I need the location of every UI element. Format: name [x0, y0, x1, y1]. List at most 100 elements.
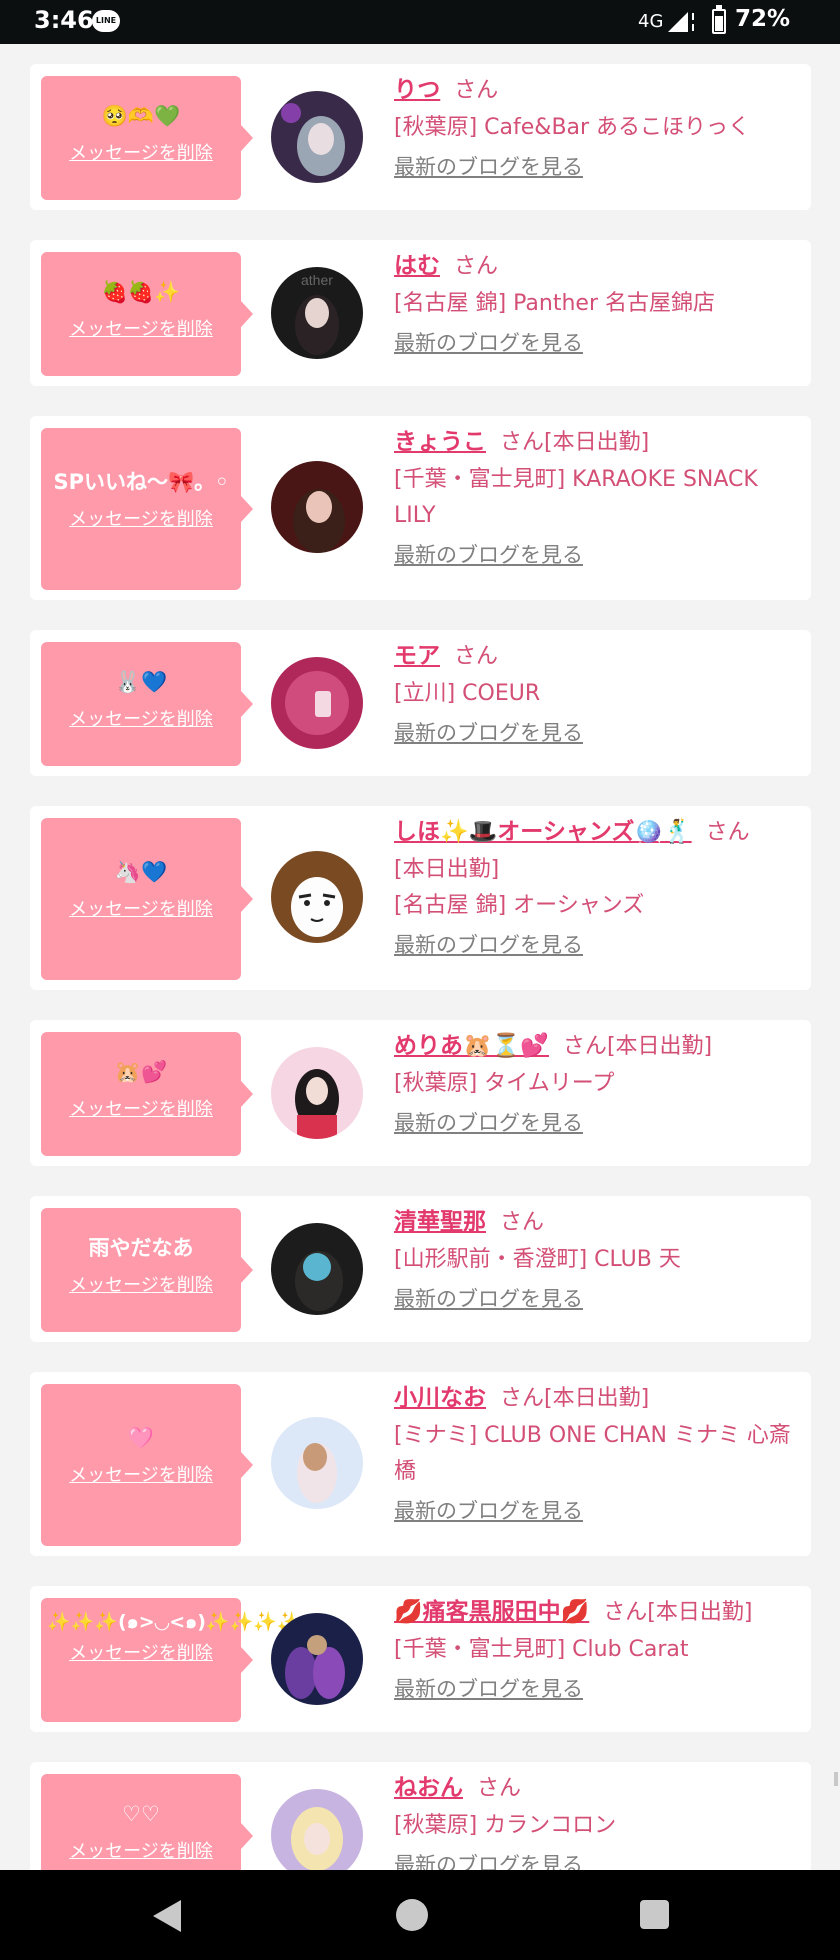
shop-name: [秋葉原] タイムリープ: [394, 1071, 615, 1096]
navigation-bar: [0, 1870, 840, 1960]
user-name-link[interactable]: ねおん: [394, 1775, 463, 1801]
back-icon[interactable]: [153, 1900, 181, 1932]
avatar[interactable]: [271, 461, 363, 553]
work-status: [本日出勤]: [647, 1600, 753, 1625]
honorific: さん: [454, 254, 499, 279]
home-icon[interactable]: [396, 1899, 428, 1931]
message-text: SPいいね〜🎀。◦: [53, 470, 229, 494]
delete-message-link[interactable]: メッセージを削除: [69, 505, 213, 531]
user-info: はむ さん [名古屋 錦] Panther 名古屋錦店 最新のブログを見る: [394, 248, 804, 363]
message-bubble: 🩷 メッセージを削除: [41, 1384, 253, 1546]
view-latest-blog-link[interactable]: 最新のブログを見る: [394, 537, 583, 574]
message-text: 🐹💕: [114, 1060, 168, 1084]
honorific: さん: [562, 1034, 607, 1059]
battery-percent: 72%: [735, 6, 791, 32]
message-list[interactable]: 🥺🫶💚 メッセージを削除 りつ さん [秋葉原] Cafe&Bar あるこほりっく…: [0, 44, 840, 1870]
avatar[interactable]: [271, 91, 363, 183]
avatar[interactable]: [271, 1223, 363, 1315]
user-info: ねおん さん [秋葉原] カランコロン 最新のブログを見る: [394, 1770, 804, 1870]
message-bubble: SPいいね〜🎀。◦ メッセージを削除: [41, 428, 253, 590]
message-bubble: ✨✨✨(๑>◡<๑)✨✨✨✨ メッセージを削除: [41, 1598, 301, 1722]
message-card: SPいいね〜🎀。◦ メッセージを削除 きょうこ さん[本日出勤] [千葉・富士見町…: [30, 416, 811, 600]
user-name-link[interactable]: 小川なお: [394, 1385, 486, 1411]
shop-name: [名古屋 錦] Panther 名古屋錦店: [394, 291, 715, 316]
message-text: 🐰💙: [114, 670, 168, 694]
shop-name: [立川] COEUR: [394, 681, 541, 706]
view-latest-blog-link[interactable]: 最新のブログを見る: [394, 1671, 583, 1708]
delete-message-link[interactable]: メッセージを削除: [69, 1095, 213, 1121]
work-status: [本日出勤]: [544, 430, 650, 455]
avatar[interactable]: [271, 1613, 363, 1705]
avatar[interactable]: [271, 1417, 363, 1509]
user-name-link[interactable]: はむ: [394, 253, 440, 279]
status-time: 3:46: [34, 6, 94, 34]
user-info: 清華聖那 さん [山形駅前・香澄町] CLUB 天 最新のブログを見る: [394, 1204, 804, 1319]
user-info: りつ さん [秋葉原] Cafe&Bar あるこほりっく 最新のブログを見る: [394, 72, 804, 187]
battery-icon: [712, 5, 726, 34]
user-name-link[interactable]: モア: [394, 643, 440, 669]
honorific: さん: [500, 430, 545, 455]
message-bubble: 🐰💙 メッセージを削除: [41, 642, 253, 766]
view-latest-blog-link[interactable]: 最新のブログを見る: [394, 1847, 583, 1870]
avatar[interactable]: [271, 851, 363, 943]
shop-name: [山形駅前・香澄町] CLUB 天: [394, 1247, 681, 1272]
delete-message-link[interactable]: メッセージを削除: [69, 1639, 213, 1665]
recent-apps-icon[interactable]: [640, 1900, 669, 1929]
shop-name: [秋葉原] Cafe&Bar あるこほりっく: [394, 115, 751, 140]
message-text: ♡♡: [122, 1802, 160, 1826]
honorific: さん: [603, 1600, 648, 1625]
view-latest-blog-link[interactable]: 最新のブログを見る: [394, 1281, 583, 1318]
message-bubble: 🐹💕 メッセージを削除: [41, 1032, 253, 1156]
view-latest-blog-link[interactable]: 最新のブログを見る: [394, 1493, 583, 1530]
user-info: モア さん [立川] COEUR 最新のブログを見る: [394, 638, 804, 753]
honorific: さん: [454, 78, 499, 103]
honorific: さん: [454, 644, 499, 669]
message-bubble: 🍓🍓✨ メッセージを削除: [41, 252, 253, 376]
user-info: 💋痛客黒服田中💋 さん[本日出勤] [千葉・富士見町] Club Carat 最新…: [394, 1594, 804, 1709]
message-text: 🩷: [127, 1426, 155, 1450]
message-bubble: 🥺🫶💚 メッセージを削除: [41, 76, 253, 200]
honorific: さん: [705, 820, 750, 845]
view-latest-blog-link[interactable]: 最新のブログを見る: [394, 715, 583, 752]
user-info: 小川なお さん[本日出勤] [ミナミ] CLUB ONE CHAN ミナミ 心斎橋…: [394, 1380, 804, 1531]
shop-name: [秋葉原] カランコロン: [394, 1813, 617, 1838]
work-status: [本日出勤]: [606, 1034, 713, 1059]
line-app-icon: LINE: [92, 10, 120, 32]
message-bubble: 🦄💙 メッセージを削除: [41, 818, 253, 980]
status-bar: 3:46 LINE 4G 72%: [0, 0, 840, 44]
delete-message-link[interactable]: メッセージを削除: [69, 1461, 213, 1487]
user-name-link[interactable]: りつ: [394, 77, 440, 103]
message-card: 🥺🫶💚 メッセージを削除 りつ さん [秋葉原] Cafe&Bar あるこほりっく…: [30, 64, 811, 210]
avatar[interactable]: [271, 1789, 363, 1870]
user-name-link[interactable]: 清華聖那: [394, 1209, 486, 1235]
work-status: [本日出勤]: [544, 1386, 650, 1411]
scrollbar[interactable]: [834, 1772, 838, 1786]
delete-message-link[interactable]: メッセージを削除: [69, 705, 213, 731]
user-info: めりあ🐹⏳💕 さん[本日出勤] [秋葉原] タイムリープ 最新のブログを見る: [394, 1028, 804, 1143]
delete-message-link[interactable]: メッセージを削除: [69, 139, 213, 165]
delete-message-link[interactable]: メッセージを削除: [69, 1837, 213, 1863]
message-card: 雨やだなあ メッセージを削除 清華聖那 さん [山形駅前・香澄町] CLUB 天 …: [30, 1196, 811, 1342]
delete-message-link[interactable]: メッセージを削除: [69, 895, 213, 921]
delete-message-link[interactable]: メッセージを削除: [69, 315, 213, 341]
avatar[interactable]: ather: [271, 267, 363, 359]
signal-icon: [668, 12, 694, 32]
shop-name: [名古屋 錦] オーシャンズ: [394, 893, 645, 918]
delete-message-link[interactable]: メッセージを削除: [69, 1271, 213, 1297]
user-name-link[interactable]: きょうこ: [394, 429, 486, 455]
avatar[interactable]: [271, 1047, 363, 1139]
message-card: 🐰💙 メッセージを削除 モア さん [立川] COEUR 最新のブログを見る: [30, 630, 811, 776]
message-card: ♡♡ メッセージを削除 ねおん さん [秋葉原] カランコロン 最新のブログを見る: [30, 1762, 811, 1870]
message-text: 🥺🫶💚: [101, 104, 181, 128]
view-latest-blog-link[interactable]: 最新のブログを見る: [394, 1105, 583, 1142]
user-name-link[interactable]: 💋痛客黒服田中💋: [394, 1599, 589, 1625]
message-text: ✨✨✨(๑>◡<๑)✨✨✨✨: [47, 1611, 301, 1633]
message-text: 🦄💙: [114, 860, 168, 884]
user-name-link[interactable]: めりあ🐹⏳💕: [394, 1033, 549, 1059]
view-latest-blog-link[interactable]: 最新のブログを見る: [394, 149, 583, 186]
avatar[interactable]: [271, 657, 363, 749]
shop-name: [ミナミ] CLUB ONE CHAN ミナミ 心斎橋: [394, 1423, 791, 1484]
user-name-link[interactable]: しほ✨🎩オーシャンズ🪩🕺: [394, 819, 692, 845]
view-latest-blog-link[interactable]: 最新のブログを見る: [394, 325, 583, 362]
view-latest-blog-link[interactable]: 最新のブログを見る: [394, 927, 583, 964]
